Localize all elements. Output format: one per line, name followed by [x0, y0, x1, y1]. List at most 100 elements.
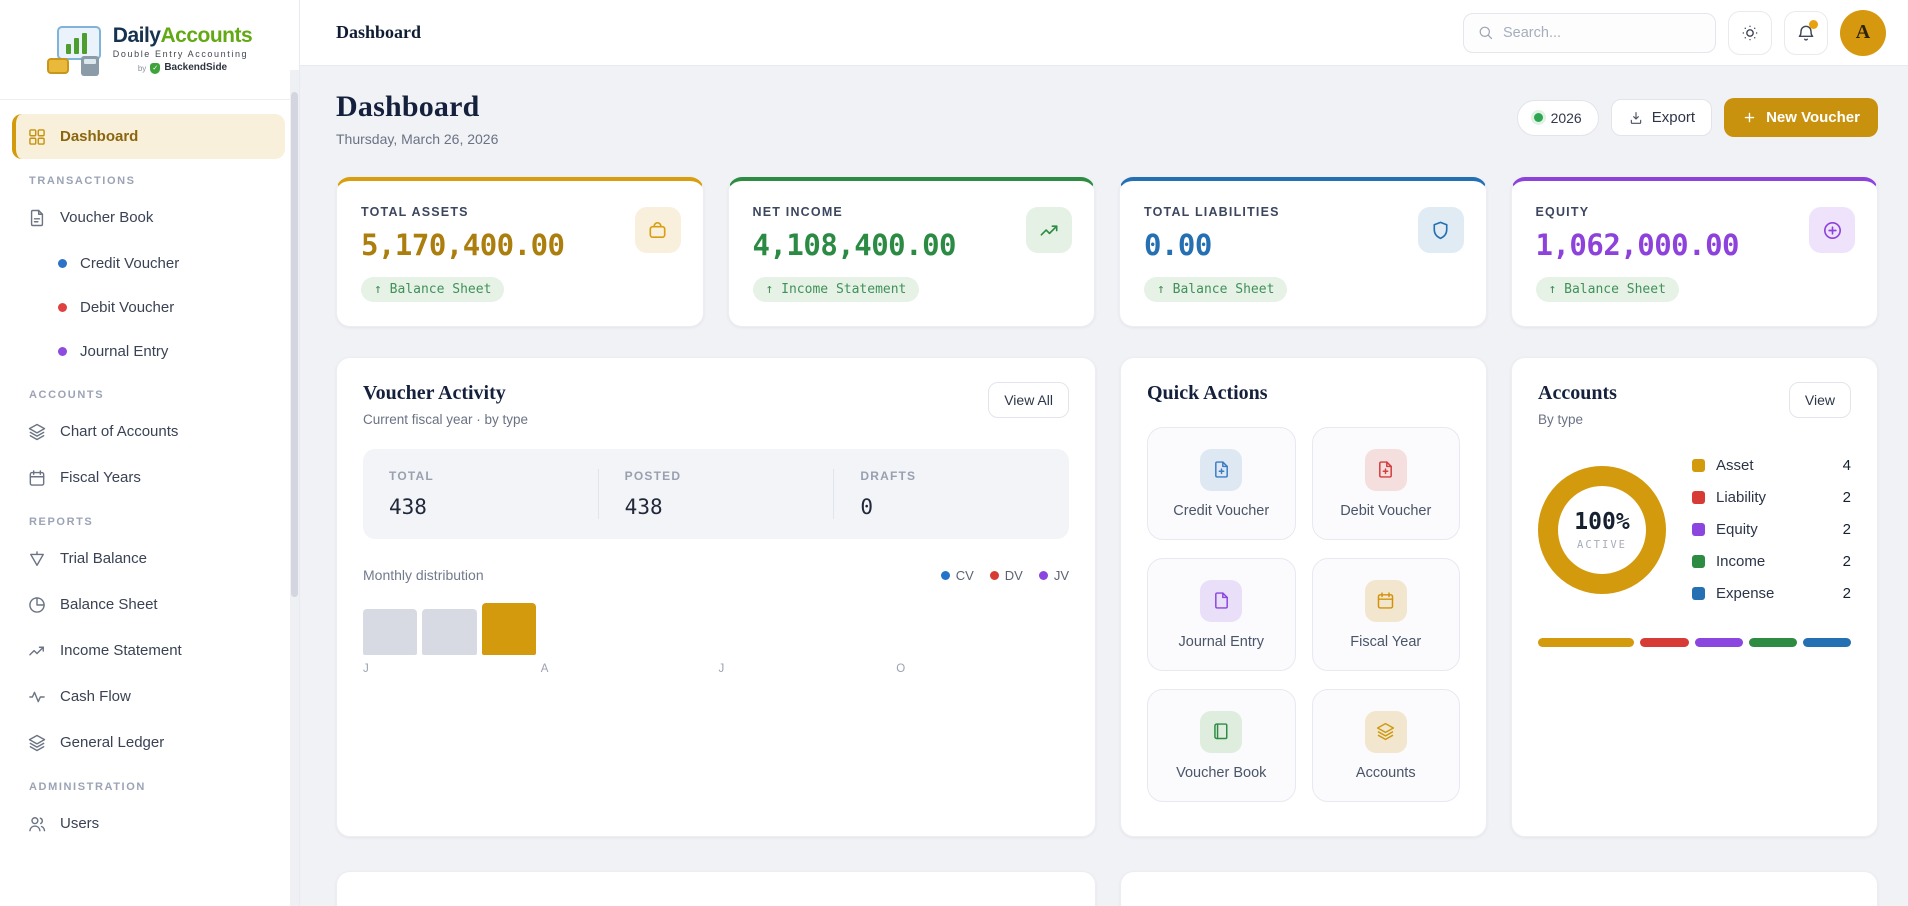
- briefcase-icon: [635, 207, 681, 253]
- cv-dot-icon: [941, 571, 950, 580]
- stat-value: 1,062,000.00: [1536, 228, 1854, 262]
- sidebar-item-label: Credit Voucher: [80, 255, 179, 272]
- quick-actions-title: Quick Actions: [1147, 382, 1460, 405]
- sidebar-item-label: Voucher Book: [60, 209, 153, 226]
- fiscal-year-pill[interactable]: 2026: [1517, 100, 1599, 136]
- plus-circle-icon: [1809, 207, 1855, 253]
- chart-tick-label: [600, 663, 654, 675]
- voucher-stat-drafts: DRAFTS 0: [833, 469, 1069, 519]
- legend-cv: CV: [941, 568, 974, 583]
- view-all-button[interactable]: View All: [988, 382, 1069, 418]
- page-title: Dashboard: [336, 90, 498, 124]
- monthly-distribution-label: Monthly distribution: [363, 567, 484, 583]
- stat-card-equity: EQUITY 1,062,000.00 ↑ Balance Sheet: [1511, 177, 1879, 327]
- bottom-row: [336, 871, 1878, 906]
- app-root: DailyAccounts Double Entry Accounting by…: [0, 0, 1908, 906]
- sun-icon: [1740, 23, 1760, 43]
- stat-cards-row: TOTAL ASSETS 5,170,400.00 ↑ Balance Shee…: [336, 177, 1878, 327]
- trending-up-icon: [27, 641, 47, 661]
- distribution-segment: [1640, 638, 1688, 647]
- sidebar-item-chart-of-accounts[interactable]: Chart of Accounts: [12, 409, 285, 454]
- sidebar-scrollbar-thumb[interactable]: [291, 92, 298, 597]
- donut-caption: ACTIVE: [1577, 539, 1627, 551]
- stat-card-total-assets: TOTAL ASSETS 5,170,400.00 ↑ Balance Shee…: [336, 177, 704, 327]
- sidebar-item-income-statement[interactable]: Income Statement: [12, 628, 285, 673]
- sidebar-item-debit-voucher[interactable]: Debit Voucher: [12, 285, 285, 329]
- quick-action-voucher-book[interactable]: Voucher Book: [1147, 689, 1296, 802]
- sidebar-item-dashboard[interactable]: Dashboard: [12, 114, 285, 159]
- distribution-segment: [1803, 638, 1851, 647]
- activity-icon: [27, 687, 47, 707]
- stat-value: 0.00: [1144, 228, 1462, 262]
- sidebar-item-label: General Ledger: [60, 734, 164, 751]
- chart-legend: CV DV JV: [941, 568, 1069, 583]
- accounts-legend: Asset 4 Liability 2 Equity: [1692, 457, 1851, 602]
- sidebar-section-accounts: ACCOUNTS: [29, 389, 285, 401]
- credit-voucher-dot-icon: [58, 259, 67, 268]
- voucher-activity-card: Voucher Activity Current fiscal year · b…: [336, 357, 1096, 837]
- sidebar-scrollbar[interactable]: [290, 70, 299, 906]
- partial-card-left: [336, 871, 1096, 906]
- accounts-title: Accounts: [1538, 382, 1617, 405]
- stat-card-net-income: NET INCOME 4,108,400.00 ↑ Income Stateme…: [728, 177, 1096, 327]
- chart-tick-label: [956, 663, 1010, 675]
- sidebar-item-balance-sheet[interactable]: Balance Sheet: [12, 582, 285, 627]
- accounts-view-button[interactable]: View: [1789, 382, 1851, 418]
- theme-toggle-button[interactable]: [1728, 11, 1772, 55]
- quick-action-accounts[interactable]: Accounts: [1312, 689, 1461, 802]
- sidebar-nav: Dashboard TRANSACTIONS Voucher Book Cred…: [0, 100, 299, 846]
- backendside-shield-icon: [150, 63, 160, 74]
- quick-action-fiscal-year[interactable]: Fiscal Year: [1312, 558, 1461, 671]
- stat-card-total-liabilities: TOTAL LIABILITIES 0.00 ↑ Balance Sheet: [1119, 177, 1487, 327]
- income-swatch-icon: [1692, 555, 1705, 568]
- sidebar-item-journal-entry[interactable]: Journal Entry: [12, 329, 285, 373]
- chart-bar: [600, 599, 654, 655]
- pie-chart-icon: [27, 595, 47, 615]
- sidebar-item-fiscal-years[interactable]: Fiscal Years: [12, 455, 285, 500]
- export-button[interactable]: Export: [1611, 99, 1712, 136]
- stat-label: TOTAL LIABILITIES: [1144, 205, 1462, 219]
- sidebar-item-label: Fiscal Years: [60, 469, 141, 486]
- distribution-segment: [1695, 638, 1743, 647]
- widgets-row: Voucher Activity Current fiscal year · b…: [336, 357, 1878, 837]
- brand-by: by: [138, 65, 146, 73]
- accounts-distribution-bar: [1538, 638, 1851, 647]
- user-avatar[interactable]: A: [1840, 10, 1886, 56]
- chart-bar: [956, 599, 1010, 655]
- chart-tick-label: [659, 663, 713, 675]
- voucher-stats: TOTAL 438 POSTED 438 DRAFTS 0: [363, 449, 1069, 539]
- sidebar-item-trial-balance[interactable]: Trial Balance: [12, 536, 285, 581]
- chart-tick-label: O: [896, 663, 950, 675]
- file-icon: [1200, 580, 1242, 622]
- accounts-card: Accounts By type View 100% ACTIVE: [1511, 357, 1878, 837]
- stat-label: NET INCOME: [753, 205, 1071, 219]
- sidebar-item-general-ledger[interactable]: General Ledger: [12, 720, 285, 765]
- brand-logo[interactable]: DailyAccounts Double Entry Accounting by…: [0, 0, 299, 100]
- notifications-button[interactable]: [1784, 11, 1828, 55]
- quick-action-debit-voucher[interactable]: Debit Voucher: [1312, 427, 1461, 540]
- new-voucher-label: New Voucher: [1766, 109, 1860, 126]
- topbar: Dashboard A: [300, 0, 1908, 66]
- sidebar-item-users[interactable]: Users: [12, 801, 285, 846]
- chart-bar: [422, 599, 476, 655]
- quick-action-credit-voucher[interactable]: Credit Voucher: [1147, 427, 1296, 540]
- sidebar-item-label: Chart of Accounts: [60, 423, 178, 440]
- search-input[interactable]: [1503, 25, 1702, 41]
- trending-up-icon: [1026, 207, 1072, 253]
- shield-icon: [1418, 207, 1464, 253]
- sidebar-item-voucher-book[interactable]: Voucher Book: [12, 195, 285, 240]
- chart-bar: [363, 599, 417, 655]
- dv-dot-icon: [990, 571, 999, 580]
- calendar-icon: [1365, 580, 1407, 622]
- donut-percent: 100%: [1574, 509, 1629, 535]
- stat-badge: ↑ Balance Sheet: [1536, 277, 1679, 302]
- search-box[interactable]: [1463, 13, 1716, 53]
- chart-bar: [541, 599, 595, 655]
- asset-swatch-icon: [1692, 459, 1705, 472]
- sidebar-section-transactions: TRANSACTIONS: [29, 175, 285, 187]
- chart-bar: [837, 599, 891, 655]
- quick-action-journal-entry[interactable]: Journal Entry: [1147, 558, 1296, 671]
- new-voucher-button[interactable]: New Voucher: [1724, 98, 1878, 137]
- sidebar-item-credit-voucher[interactable]: Credit Voucher: [12, 241, 285, 285]
- sidebar-item-cash-flow[interactable]: Cash Flow: [12, 674, 285, 719]
